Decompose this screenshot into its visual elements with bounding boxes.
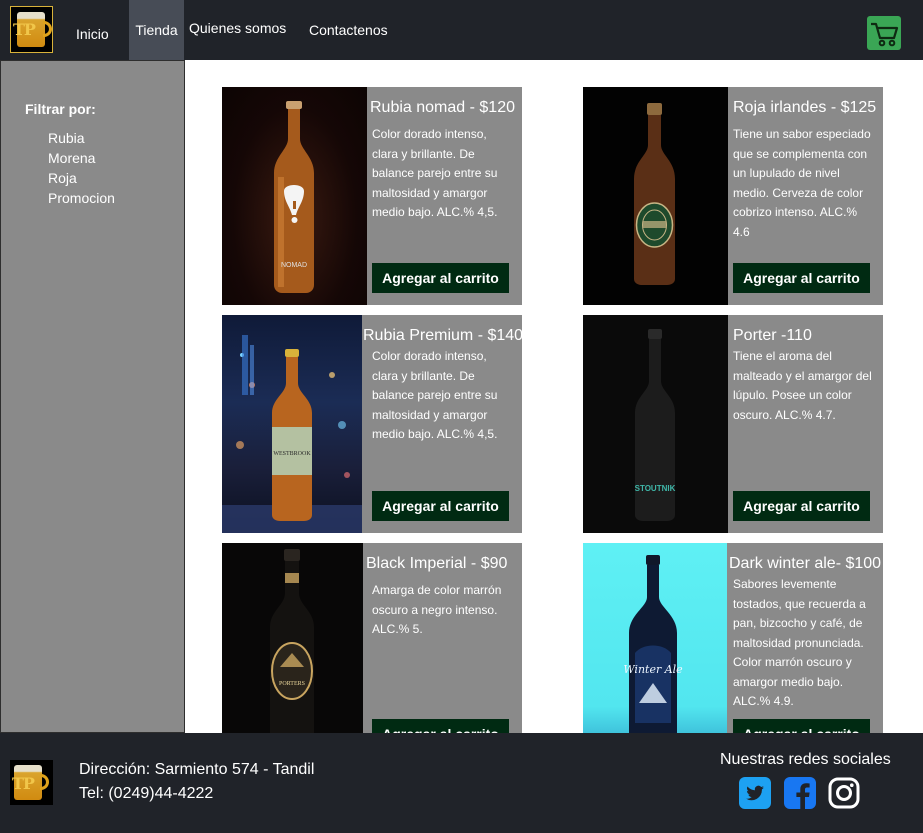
product-card: Winter Ale Dark winter ale- $100 Sabores… xyxy=(583,543,883,733)
filter-title: Filtrar por: xyxy=(25,101,96,117)
nav-quienes-somos[interactable]: Quienes somos xyxy=(189,0,286,58)
footer-phone: Tel: (0249)44-4222 xyxy=(79,785,214,802)
bottle-label: PORTERS xyxy=(279,681,305,687)
product-card: PORTERS Black Imperial - $90 Amarga de c… xyxy=(222,543,522,733)
add-to-cart-button[interactable]: Agregar al carrito xyxy=(733,719,870,733)
social-title: Nuestras redes sociales xyxy=(720,751,891,768)
bottle-label: NOMAD xyxy=(281,262,307,269)
product-title: Rubia nomad - $120 xyxy=(370,99,515,116)
product-description: Tiene el aroma del malteado y el amargor… xyxy=(733,349,872,422)
product-image: Winter Ale xyxy=(583,543,727,733)
product-description: Color dorado intenso, clara y brillante.… xyxy=(372,127,498,219)
bottle-label: Winter Ale xyxy=(623,663,683,676)
product-image: STOUTNIK xyxy=(583,315,728,533)
nav-tienda[interactable]: Tienda xyxy=(129,0,184,60)
facebook-icon[interactable] xyxy=(784,777,816,809)
product-card: WESTBROOK Rubia Premium - $140 Color dor… xyxy=(222,315,524,533)
product-card: Roja irlandes - $125 Tiene un sabor espe… xyxy=(583,87,883,305)
product-description: Tiene un sabor especiado que se compleme… xyxy=(733,127,871,239)
filter-promocion[interactable]: Promocion xyxy=(48,190,115,206)
product-description: Sabores levemente tostados, que recuerda… xyxy=(733,577,866,708)
filter-sidebar: Filtrar por: Rubia Morena Roja Promocion xyxy=(0,60,185,733)
nav-inicio[interactable]: Inicio xyxy=(76,4,109,64)
top-navbar: TP Inicio Tienda Quienes somos Contacten… xyxy=(0,0,923,60)
filter-roja[interactable]: Roja xyxy=(48,170,77,186)
twitter-icon[interactable] xyxy=(739,777,771,809)
product-description: Color dorado intenso, clara y brillante.… xyxy=(372,349,498,441)
product-image: PORTERS xyxy=(222,543,363,733)
site-footer: TP Dirección: Sarmiento 574 - Tandil Tel… xyxy=(0,733,923,833)
product-image: NOMAD xyxy=(222,87,367,305)
product-image: WESTBROOK xyxy=(222,315,362,533)
shopping-cart-icon[interactable] xyxy=(867,16,901,50)
product-card: NOMAD Rubia nomad - $120 Color dorado in… xyxy=(222,87,522,305)
nav-contactenos[interactable]: Contactenos xyxy=(309,0,388,60)
product-title: Dark winter ale- $100 xyxy=(729,555,882,572)
filter-rubia[interactable]: Rubia xyxy=(48,130,85,146)
brand-logo[interactable]: TP xyxy=(10,6,53,53)
add-to-cart-button[interactable]: Agregar al carrito xyxy=(372,719,509,733)
bottle-label: WESTBROOK xyxy=(273,451,311,457)
footer-logo: TP xyxy=(10,760,53,805)
product-title: Roja irlandes - $125 xyxy=(733,99,877,116)
instagram-icon[interactable] xyxy=(828,777,860,809)
product-image xyxy=(583,87,728,305)
add-to-cart-button[interactable]: Agregar al carrito xyxy=(733,263,870,293)
product-title: Porter -110 xyxy=(733,327,812,344)
bottle-label: STOUTNIK xyxy=(635,484,676,493)
add-to-cart-button[interactable]: Agregar al carrito xyxy=(372,263,509,293)
add-to-cart-button[interactable]: Agregar al carrito xyxy=(372,491,509,521)
add-to-cart-button[interactable]: Agregar al carrito xyxy=(733,491,870,521)
product-grid: NOMAD Rubia nomad - $120 Color dorado in… xyxy=(185,60,923,733)
product-title: Black Imperial - $90 xyxy=(366,555,508,572)
product-card: STOUTNIK Porter -110 Tiene el aroma del … xyxy=(583,315,883,533)
logo-text: TP xyxy=(13,20,36,39)
footer-logo-text: TP xyxy=(12,774,35,793)
product-title: Rubia Premium - $140 xyxy=(363,327,524,344)
product-description: Amarga de color marrón oscuro a negro in… xyxy=(372,583,502,636)
filter-morena[interactable]: Morena xyxy=(48,150,95,166)
footer-address: Dirección: Sarmiento 574 - Tandil xyxy=(79,761,315,778)
